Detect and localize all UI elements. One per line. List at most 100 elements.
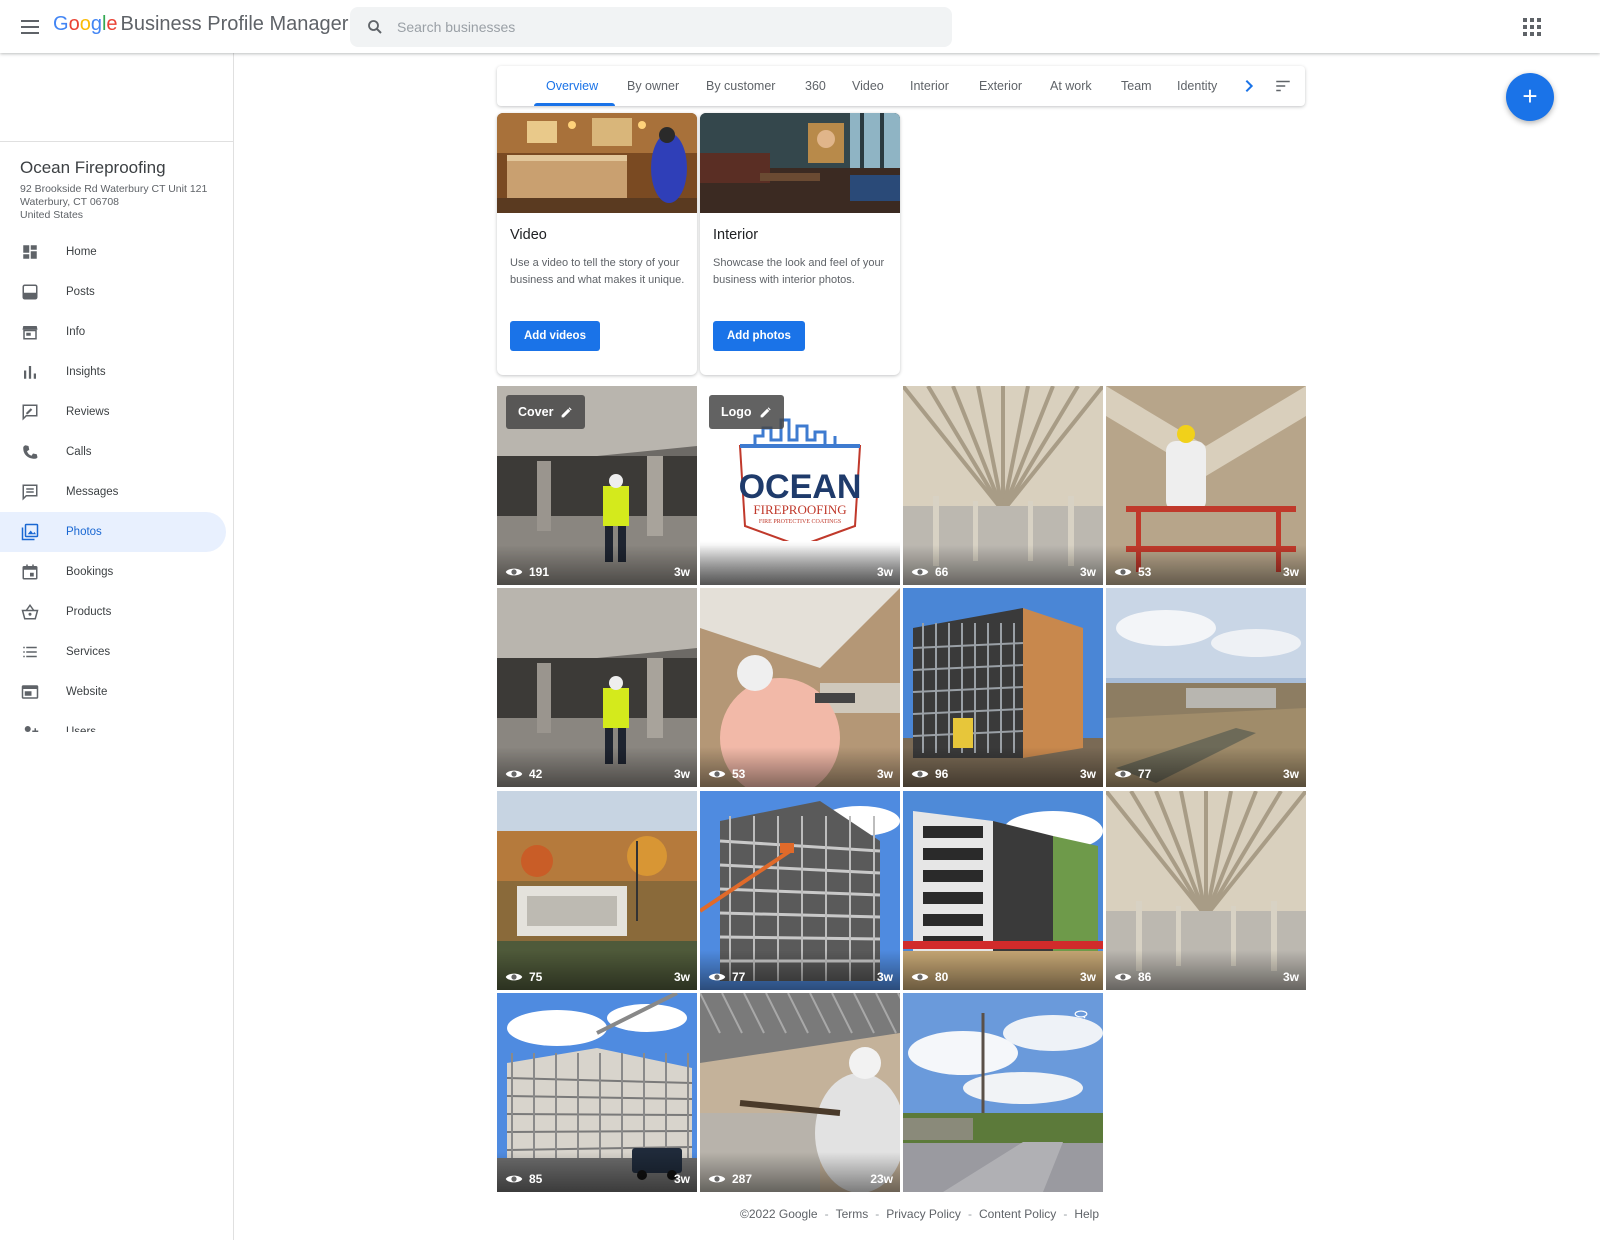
sidebar-item-info[interactable]: Info bbox=[0, 312, 226, 352]
sidebar-item-label: Messages bbox=[66, 486, 119, 498]
search-bar[interactable] bbox=[350, 7, 952, 47]
video-card: Video Use a video to tell the story of y… bbox=[497, 113, 697, 375]
view-count-value: 42 bbox=[529, 767, 543, 781]
sidebar-item-label: Website bbox=[66, 686, 108, 698]
content-policy-link[interactable]: Content Policy bbox=[979, 1207, 1056, 1221]
photo-thumbnail bbox=[903, 993, 1103, 1192]
sidebar-item-photos[interactable]: Photos bbox=[0, 512, 226, 552]
view-count: 80 bbox=[911, 970, 948, 984]
bar-chart-icon bbox=[24, 366, 36, 379]
card-title: Video bbox=[510, 227, 547, 243]
interior-card-image bbox=[700, 113, 900, 213]
tab-by-customer[interactable]: By customer bbox=[706, 66, 775, 106]
copyright-text: ©2022 Google bbox=[740, 1207, 818, 1221]
sidebar-item-messages[interactable]: Messages bbox=[0, 472, 226, 512]
sidebar-item-products[interactable]: Products bbox=[0, 592, 226, 632]
brand-letter: G bbox=[53, 13, 69, 35]
sidebar-item-services[interactable]: Services bbox=[0, 632, 226, 672]
view-count-value: 77 bbox=[1138, 767, 1152, 781]
sidebar-item-calls[interactable]: Calls bbox=[0, 432, 226, 472]
tab-identity[interactable]: Identity bbox=[1177, 66, 1217, 106]
menu-icon[interactable] bbox=[18, 15, 42, 39]
photo-tile[interactable]: 86 3w bbox=[1106, 791, 1306, 990]
photo-tile[interactable]: 42 3w bbox=[497, 588, 697, 787]
business-address-line: United States bbox=[20, 209, 84, 221]
privacy-policy-link[interactable]: Privacy Policy bbox=[886, 1207, 961, 1221]
photo-tile[interactable]: 80 3w bbox=[903, 791, 1103, 990]
photo-tile[interactable]: 85 3w bbox=[497, 993, 697, 1192]
card-description: Use a video to tell the story of your bu… bbox=[510, 257, 685, 286]
eye-icon bbox=[708, 1175, 726, 1183]
chevron-right-icon[interactable] bbox=[1241, 78, 1257, 94]
footer: ©2022 Google - Terms - Privacy Policy - Conten… bbox=[740, 1207, 1099, 1221]
photo-age: 3w bbox=[1079, 970, 1096, 984]
sidebar-item-label: Services bbox=[66, 646, 111, 658]
active-tab-indicator bbox=[534, 103, 615, 106]
tab-by-owner[interactable]: By owner bbox=[627, 66, 679, 106]
web-icon bbox=[21, 685, 39, 699]
sort-icon[interactable] bbox=[1274, 77, 1292, 95]
sidebar-item-bookings[interactable]: Bookings bbox=[0, 552, 226, 592]
sidebar-item-insights[interactable]: Insights bbox=[0, 352, 226, 392]
view-count-value: 66 bbox=[935, 565, 949, 579]
terms-link[interactable]: Terms bbox=[836, 1207, 869, 1221]
view-count-value: 53 bbox=[732, 767, 746, 781]
add-videos-button[interactable]: Add videos bbox=[510, 321, 600, 351]
tab-video[interactable]: Video bbox=[852, 66, 884, 106]
360-icon bbox=[1074, 1010, 1088, 1019]
card-description: Showcase the look and feel of your busin… bbox=[713, 257, 885, 286]
tab-360[interactable]: 360 bbox=[805, 66, 826, 106]
sidebar-item-website[interactable]: Website bbox=[0, 672, 226, 712]
search-icon[interactable] bbox=[366, 18, 384, 36]
photo-age: 3w bbox=[876, 565, 893, 579]
photo-age: 3w bbox=[673, 970, 690, 984]
sidebar-nav: Home Posts Info Insights Reviews Calls Message… bbox=[0, 232, 234, 732]
view-count: 53 bbox=[708, 767, 745, 781]
sidebar-item-posts[interactable]: Posts bbox=[0, 272, 226, 312]
photo-tile[interactable]: 77 3w bbox=[700, 791, 900, 990]
view-count: 287 bbox=[708, 1172, 752, 1186]
tab-at-work[interactable]: At work bbox=[1050, 66, 1092, 106]
business-name: Ocean Fireproofing bbox=[20, 158, 166, 177]
sidebar-item-home[interactable]: Home bbox=[0, 232, 226, 272]
photo-tile[interactable]: OCEAN FIREPROOFING FIRE PROTECTIVE COATING… bbox=[700, 386, 900, 585]
photo-tile[interactable]: 75 3w bbox=[497, 791, 697, 990]
app-logo[interactable]: Google Business Profile Manager bbox=[53, 13, 348, 36]
eye-icon bbox=[505, 770, 523, 778]
apps-grid-icon[interactable] bbox=[1523, 18, 1541, 36]
photo-tile[interactable]: 66 3w bbox=[903, 386, 1103, 585]
sidebar-item-label: Bookings bbox=[66, 566, 114, 578]
view-count: 66 bbox=[911, 565, 948, 579]
calendar-icon bbox=[22, 564, 38, 580]
view-count: 77 bbox=[708, 970, 745, 984]
help-link[interactable]: Help bbox=[1074, 1207, 1099, 1221]
sidebar-item-users[interactable]: Users bbox=[0, 712, 226, 732]
photo-tile[interactable]: 191 3w Cover bbox=[497, 386, 697, 585]
photo-tile[interactable]: 96 3w bbox=[903, 588, 1103, 787]
card-title: Interior bbox=[713, 227, 759, 243]
photo-age: 23w bbox=[870, 1172, 893, 1186]
add-photos-button[interactable]: Add photos bbox=[713, 321, 805, 351]
tab-overview[interactable]: Overview bbox=[546, 66, 598, 106]
cover-edit-button[interactable]: Cover bbox=[506, 395, 586, 429]
eye-icon bbox=[1114, 568, 1132, 576]
top-app-bar: Google Business Profile Manager bbox=[0, 0, 1600, 53]
view-count: 77 bbox=[1114, 767, 1151, 781]
photo-age: 3w bbox=[1079, 767, 1096, 781]
photo-age: 3w bbox=[1282, 970, 1299, 984]
tab-exterior[interactable]: Exterior bbox=[979, 66, 1022, 106]
sidebar-item-reviews[interactable]: Reviews bbox=[0, 392, 226, 432]
photo-tile[interactable]: 77 3w bbox=[1106, 588, 1306, 787]
photo-tile[interactable]: 53 3w bbox=[700, 588, 900, 787]
logo-edit-button[interactable]: Logo bbox=[709, 395, 784, 429]
divider bbox=[0, 141, 233, 142]
tab-team[interactable]: Team bbox=[1121, 66, 1152, 106]
search-input[interactable] bbox=[397, 7, 937, 47]
photo-tile[interactable]: 53 3w bbox=[1106, 386, 1306, 585]
photo-tile[interactable] bbox=[903, 993, 1103, 1192]
photo-tile[interactable]: 287 23w bbox=[700, 993, 900, 1192]
add-photo-fab-button[interactable]: + bbox=[1506, 73, 1554, 121]
brand-letter: o bbox=[68, 13, 80, 35]
eye-icon bbox=[911, 568, 929, 576]
tab-interior[interactable]: Interior bbox=[910, 66, 949, 106]
